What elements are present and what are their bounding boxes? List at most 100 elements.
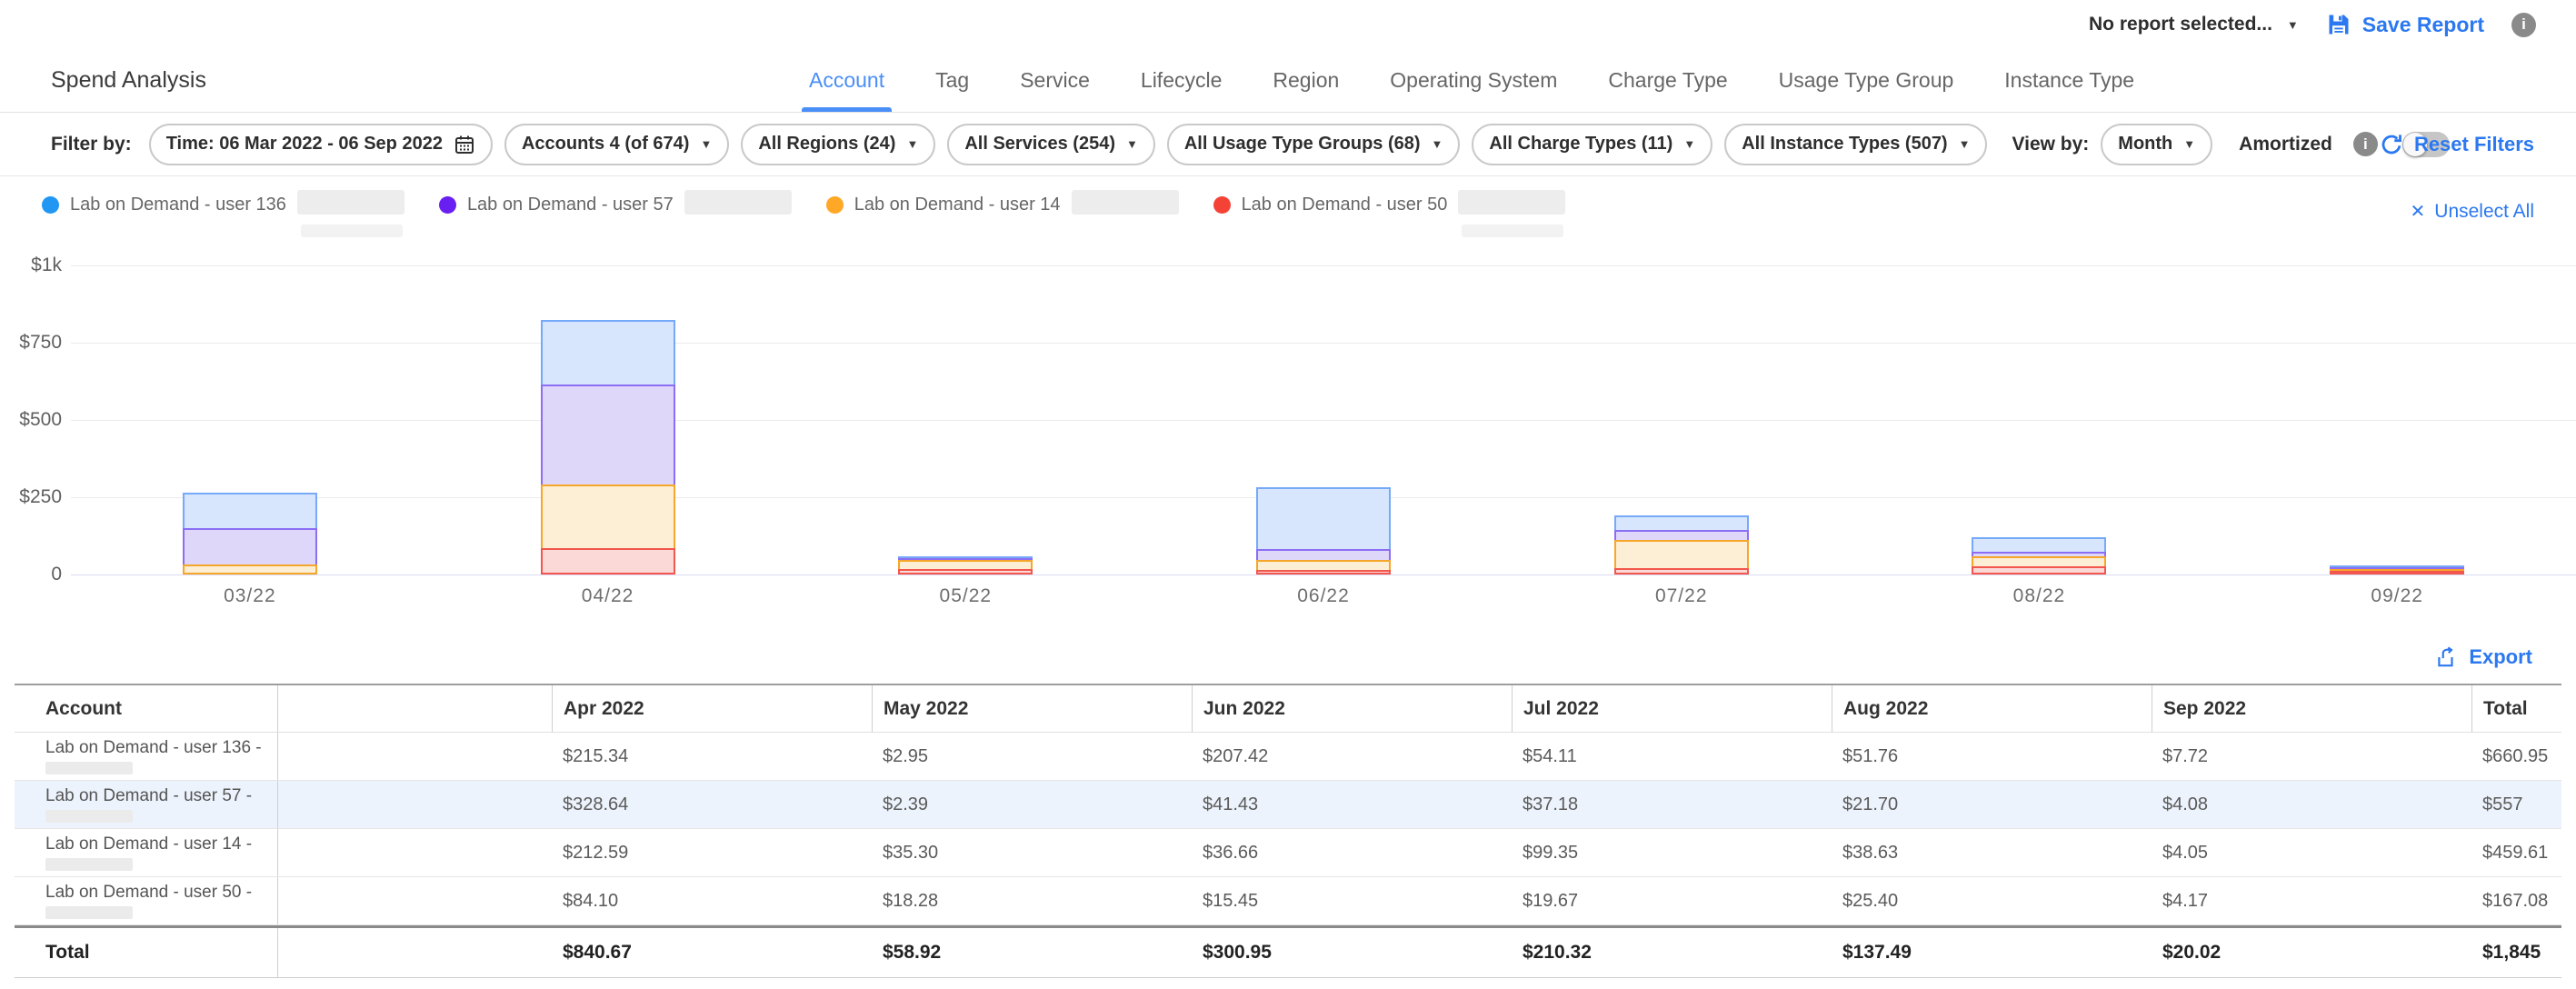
tab-lifecycle[interactable]: Lifecycle xyxy=(1141,49,1222,112)
bar-segment-lab-on-demand-user-136[interactable] xyxy=(541,320,675,386)
tab-account[interactable]: Account xyxy=(809,49,884,112)
view-by-value: Month xyxy=(2118,134,2172,155)
value-cell: $19.67 xyxy=(1512,891,1832,912)
export-row: Export xyxy=(0,627,2576,684)
bar-segment-lab-on-demand-user-50[interactable] xyxy=(541,548,675,574)
filter-by-label: Filter by: xyxy=(51,134,132,155)
info-icon[interactable]: i xyxy=(2511,13,2536,37)
account-cell: Lab on Demand - user 136 - xyxy=(15,738,277,774)
export-button[interactable]: Export xyxy=(2434,645,2532,669)
legend-item-label: Lab on Demand - user 50 xyxy=(1242,195,1448,215)
top-header: No report selected... ▼ Save Report i xyxy=(0,0,2576,49)
value-cell: $15.45 xyxy=(1192,891,1512,912)
save-report-button[interactable]: Save Report xyxy=(2326,12,2484,37)
filter-pill-label: All Charge Types (11) xyxy=(1489,134,1672,155)
value-cell: $2.95 xyxy=(872,746,1192,767)
amortized-info-icon[interactable]: i xyxy=(2353,132,2378,156)
bar-segment-lab-on-demand-user-14[interactable] xyxy=(541,485,675,550)
bar-slot-06-22 xyxy=(1144,265,1503,574)
bar-segment-lab-on-demand-user-14[interactable] xyxy=(1614,540,1749,571)
column-header-account[interactable]: Account xyxy=(15,685,277,732)
export-icon xyxy=(2434,645,2458,669)
filter-pill-all-instance-types-507[interactable]: All Instance Types (507)▼ xyxy=(1724,124,1987,165)
value-cell: $54.11 xyxy=(1512,746,1832,767)
stacked-bar-05-22 xyxy=(898,556,1033,574)
column-header-apr-2022[interactable]: Apr 2022 xyxy=(552,685,872,732)
tab-service[interactable]: Service xyxy=(1020,49,1090,112)
tab-usage-type-group[interactable]: Usage Type Group xyxy=(1779,49,1954,112)
x-axis-label: 08/22 xyxy=(1861,585,2219,607)
chevron-down-icon: ▼ xyxy=(906,137,918,151)
filter-pill-all-charge-types-11[interactable]: All Charge Types (11)▼ xyxy=(1472,124,1712,165)
redacted-block xyxy=(301,225,403,237)
legend-item-lab-on-demand-user-14[interactable]: Lab on Demand - user 14 xyxy=(826,195,1179,215)
tab-charge-type[interactable]: Charge Type xyxy=(1608,49,1727,112)
column-header-aug-2022[interactable]: Aug 2022 xyxy=(1832,685,2152,732)
total-row-label: Total xyxy=(15,942,277,964)
tab-operating-system[interactable]: Operating System xyxy=(1390,49,1557,112)
report-selector-dropdown[interactable]: No report selected... ▼ xyxy=(2089,14,2299,35)
view-by-dropdown[interactable]: Month ▼ xyxy=(2101,124,2212,165)
bar-segment-lab-on-demand-user-57[interactable] xyxy=(183,528,317,565)
bar-segment-lab-on-demand-user-50[interactable] xyxy=(898,569,1033,574)
page-title: Spend Analysis xyxy=(51,67,206,94)
filter-pill-all-usage-type-groups-68[interactable]: All Usage Type Groups (68)▼ xyxy=(1167,124,1461,165)
tab-instance-type[interactable]: Instance Type xyxy=(2004,49,2134,112)
column-header-may-2022[interactable]: May 2022 xyxy=(872,685,1192,732)
stacked-bar-06-22 xyxy=(1256,487,1391,574)
filter-pill-label: All Services (254) xyxy=(964,134,1115,155)
account-cell: Lab on Demand - user 50 - xyxy=(15,883,277,919)
filter-pill-accounts-4-of-674[interactable]: Accounts 4 (of 674)▼ xyxy=(504,124,729,165)
tab-region[interactable]: Region xyxy=(1273,49,1339,112)
legend-item-lab-on-demand-user-57[interactable]: Lab on Demand - user 57 xyxy=(439,195,792,215)
value-cell: $2.39 xyxy=(872,794,1192,815)
bar-segment-lab-on-demand-user-50[interactable] xyxy=(1256,570,1391,574)
bar-segment-lab-on-demand-user-50[interactable] xyxy=(2330,571,2464,574)
spacer-cell xyxy=(277,733,552,780)
value-cell: $7.72 xyxy=(2152,746,2471,767)
column-header-jun-2022[interactable]: Jun 2022 xyxy=(1192,685,1512,732)
value-cell: $4.08 xyxy=(2152,794,2471,815)
bar-segment-lab-on-demand-user-50[interactable] xyxy=(1614,568,1749,574)
y-axis-label: $250 xyxy=(0,486,62,508)
legend-item-label: Lab on Demand - user 136 xyxy=(70,195,286,215)
legend-item-lab-on-demand-user-136[interactable]: Lab on Demand - user 136 xyxy=(42,195,404,215)
spend-chart: $1k$750$500$2500 03/2204/2205/2206/2207/… xyxy=(0,253,2576,627)
legend-dot-icon xyxy=(1213,196,1231,214)
legend-item-lab-on-demand-user-50[interactable]: Lab on Demand - user 50 xyxy=(1213,195,1566,215)
chart-bars xyxy=(71,265,2576,574)
stacked-bar-04-22 xyxy=(541,320,675,574)
bar-segment-lab-on-demand-user-136[interactable] xyxy=(1256,487,1391,552)
bar-segment-lab-on-demand-user-50[interactable] xyxy=(1972,566,2106,574)
chevron-down-icon: ▼ xyxy=(1959,137,1971,151)
column-header-sep-2022[interactable]: Sep 2022 xyxy=(2152,685,2471,732)
column-header-jul-2022[interactable]: Jul 2022 xyxy=(1512,685,1832,732)
unselect-all-button[interactable]: ✕ Unselect All xyxy=(2411,200,2534,223)
redacted-text xyxy=(1072,195,1179,215)
bar-segment-lab-on-demand-user-57[interactable] xyxy=(541,385,675,486)
column-header-total[interactable]: Total xyxy=(2471,685,2561,732)
reset-filters-button[interactable]: Reset Filters xyxy=(2380,133,2534,156)
value-cell: $4.05 xyxy=(2152,843,2471,864)
account-name: Lab on Demand - user 14 - xyxy=(45,834,277,854)
table-row: Lab on Demand - user 14 -$212.59$35.30$3… xyxy=(15,829,2561,877)
y-axis-label: $1k xyxy=(0,255,62,276)
filter-pill-all-services-254[interactable]: All Services (254)▼ xyxy=(947,124,1155,165)
account-name: Lab on Demand - user 136 - xyxy=(45,738,277,758)
reset-filters-label: Reset Filters xyxy=(2414,133,2534,156)
account-cell: Lab on Demand - user 57 - xyxy=(15,786,277,823)
x-axis-label: 07/22 xyxy=(1503,585,1861,607)
filter-pill-all-regions-24[interactable]: All Regions (24)▼ xyxy=(741,124,935,165)
tab-tag[interactable]: Tag xyxy=(935,49,969,112)
bar-segment-lab-on-demand-user-14[interactable] xyxy=(183,564,317,574)
redacted-block xyxy=(45,906,133,919)
value-cell: $557 xyxy=(2471,794,2561,815)
gridline xyxy=(71,574,2576,575)
save-report-label: Save Report xyxy=(2362,13,2484,37)
time-filter-pill[interactable]: Time: 06 Mar 2022 - 06 Sep 2022 xyxy=(149,124,493,165)
legend-item-label: Lab on Demand - user 57 xyxy=(467,195,674,215)
report-selector-value: No report selected... xyxy=(2089,14,2272,35)
unselect-all-label: Unselect All xyxy=(2434,201,2534,223)
bar-segment-lab-on-demand-user-136[interactable] xyxy=(183,493,317,530)
value-cell: $36.66 xyxy=(1192,843,1512,864)
